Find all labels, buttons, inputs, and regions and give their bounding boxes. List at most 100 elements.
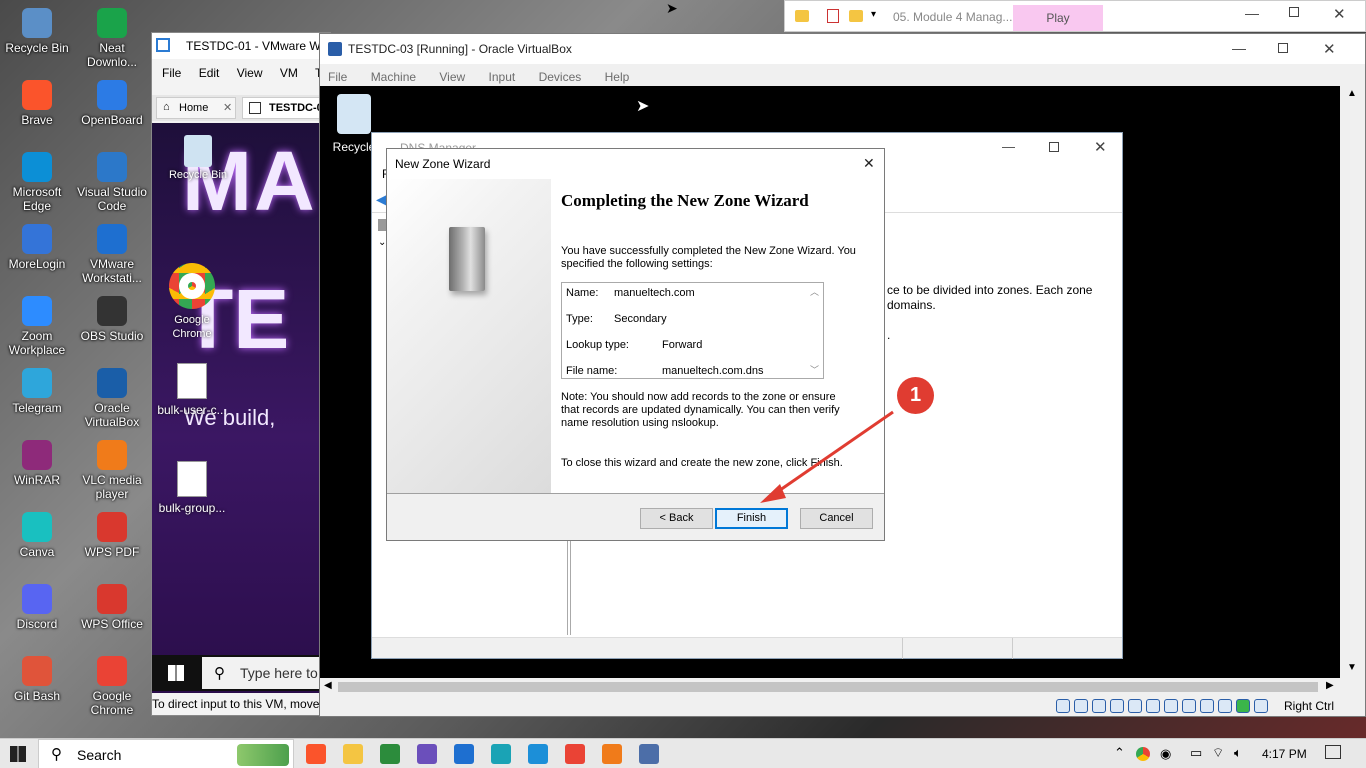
right-desktop-icon[interactable]: WPS Office — [75, 584, 149, 631]
device-status-icon[interactable] — [1200, 699, 1214, 713]
vmware-menu-edit[interactable]: Edit — [199, 66, 220, 80]
left-desktop-icon[interactable]: Microsoft Edge — [0, 152, 74, 213]
cancel-button[interactable]: Cancel — [800, 508, 873, 529]
vmware-menu-vm[interactable]: VM — [280, 66, 298, 80]
vmware-menu-view[interactable]: View — [237, 66, 263, 80]
right-desktop-icon[interactable]: Visual Studio Code — [75, 152, 149, 213]
horizontal-scrollbar[interactable]: ◀ ▶ — [320, 678, 1340, 696]
chevron-right-icon[interactable]: ▶ — [1326, 680, 1334, 691]
close-icon[interactable]: ✕ — [223, 101, 232, 114]
vmware-guest-screen[interactable]: MA TE We build, Recycle Bin Google Chrom… — [152, 123, 330, 693]
wizard-titlebar[interactable]: New Zone Wizard ✕ — [387, 149, 884, 179]
back-button[interactable]: < Back — [640, 508, 713, 529]
device-status-icon[interactable] — [1056, 699, 1070, 713]
close-icon[interactable]: ✕ — [1323, 40, 1336, 58]
left-desktop-icon[interactable]: Brave — [0, 80, 74, 127]
right-desktop-icon[interactable]: OBS Studio — [75, 296, 149, 343]
settings-scrollbar[interactable]: ︿ ﹀ — [807, 283, 823, 378]
wifi-icon[interactable]: ⌔ — [1212, 745, 1224, 761]
finish-button[interactable]: Finish — [715, 508, 788, 529]
device-status-icon[interactable] — [1146, 699, 1160, 713]
chevron-up-icon[interactable]: ⌃ — [1114, 745, 1125, 761]
taskbar-app-icon[interactable] — [639, 744, 659, 764]
taskbar-app-icon[interactable] — [491, 744, 511, 764]
taskbar-app-icon[interactable] — [565, 744, 585, 764]
chevron-up-icon[interactable]: ▲ — [1347, 88, 1357, 99]
settings-list-box[interactable]: Name: manueltech.com Type: Secondary Loo… — [561, 282, 824, 379]
device-status-icon[interactable] — [1218, 699, 1232, 713]
taskbar-app-icon[interactable] — [528, 744, 548, 764]
meet-now-icon[interactable]: ◉ — [1160, 746, 1171, 762]
vertical-scrollbar[interactable]: ▲ ▼ — [1340, 86, 1365, 678]
left-desktop-icon[interactable]: Canva — [0, 512, 74, 559]
guest-recycle-bin-icon[interactable]: Recycle Bin — [168, 135, 228, 181]
left-desktop-icon[interactable]: Recycle Bin — [0, 8, 74, 55]
right-desktop-icon[interactable]: Oracle VirtualBox — [75, 368, 149, 429]
windows-start-icon[interactable] — [168, 665, 184, 681]
minimize-icon[interactable]: — — [1002, 139, 1015, 154]
guest-search-box[interactable]: ⚲ Type here to — [202, 657, 330, 689]
device-status-icon[interactable] — [1182, 699, 1196, 713]
taskbar-search-box[interactable]: ⚲ Search — [38, 739, 294, 768]
taskbar-app-icon[interactable] — [417, 744, 437, 764]
device-status-icon[interactable] — [1254, 699, 1268, 713]
chevron-down-icon[interactable]: ▾ — [871, 9, 876, 20]
chevron-down-icon[interactable]: ﹀ — [810, 363, 819, 376]
tab-home[interactable]: ⌂ Home ✕ — [156, 97, 236, 119]
device-status-icon[interactable] — [1236, 699, 1250, 713]
device-status-icon[interactable] — [1110, 699, 1124, 713]
right-desktop-icon[interactable]: VLC media player — [75, 440, 149, 501]
maximize-icon[interactable] — [1289, 7, 1299, 17]
vbox-menu-help[interactable]: Help — [605, 70, 630, 84]
close-icon[interactable]: ✕ — [1333, 5, 1346, 23]
chevron-down-icon[interactable]: ▼ — [1347, 662, 1357, 673]
device-status-icon[interactable] — [1128, 699, 1142, 713]
guest-chrome-icon[interactable]: Google Chrome — [162, 263, 222, 341]
left-desktop-icon[interactable]: WinRAR — [0, 440, 74, 487]
device-status-icon[interactable] — [1164, 699, 1178, 713]
vbox-menu-devices[interactable]: Devices — [539, 70, 582, 84]
vmware-titlebar[interactable]: TESTDC-01 - VMware Wo — [152, 33, 330, 59]
minimize-icon[interactable]: — — [1245, 5, 1259, 21]
vbox-menu-view[interactable]: View — [439, 70, 465, 84]
right-desktop-icon[interactable]: VMware Workstati... — [75, 224, 149, 285]
device-status-icon[interactable] — [1074, 699, 1088, 713]
volume-icon[interactable]: 🔈︎ — [1234, 745, 1242, 761]
left-desktop-icon[interactable]: Telegram — [0, 368, 74, 415]
taskbar-clock[interactable]: 4:17 PM — [1262, 747, 1307, 761]
close-icon[interactable]: ✕ — [863, 155, 875, 172]
vbox-menu-file[interactable]: File — [328, 70, 347, 84]
right-desktop-icon[interactable]: WPS PDF — [75, 512, 149, 559]
network-tray-icon[interactable]: ▭ — [1190, 745, 1202, 761]
virtualbox-titlebar[interactable]: TESTDC-03 [Running] - Oracle VirtualBox … — [320, 34, 1365, 64]
left-desktop-icon[interactable]: MoreLogin — [0, 224, 74, 271]
vmware-menu-file[interactable]: File — [162, 66, 181, 80]
notification-icon[interactable] — [1325, 745, 1341, 759]
right-desktop-icon[interactable]: Neat Downlo... — [75, 8, 149, 69]
device-status-icon[interactable] — [1092, 699, 1106, 713]
vbox-menu-machine[interactable]: Machine — [371, 70, 416, 84]
chevron-up-icon[interactable]: ︿ — [810, 285, 819, 298]
vbox-menu-input[interactable]: Input — [489, 70, 516, 84]
explorer-window-titlebar[interactable]: ▾ 05. Module 4 Manag... Play — ✕ — [784, 0, 1366, 32]
taskbar-app-icon[interactable] — [343, 744, 363, 764]
guest-bulk-user-icon[interactable]: bulk-user-c... — [154, 363, 230, 417]
minimize-icon[interactable]: — — [1232, 40, 1246, 56]
right-desktop-icon[interactable]: OpenBoard — [75, 80, 149, 127]
windows-start-icon[interactable] — [10, 746, 26, 762]
close-icon[interactable]: ✕ — [1094, 138, 1107, 156]
taskbar-app-icon[interactable] — [380, 744, 400, 764]
chrome-tray-icon[interactable] — [1136, 747, 1150, 761]
chevron-left-icon[interactable]: ◀ — [324, 680, 332, 691]
play-button[interactable]: Play — [1013, 5, 1103, 31]
left-desktop-icon[interactable]: Discord — [0, 584, 74, 631]
taskbar-app-icon[interactable] — [306, 744, 326, 764]
left-desktop-icon[interactable]: Git Bash — [0, 656, 74, 703]
taskbar-app-icon[interactable] — [602, 744, 622, 764]
maximize-icon[interactable] — [1278, 43, 1288, 53]
maximize-icon[interactable] — [1049, 142, 1059, 152]
scrollbar-thumb[interactable] — [338, 682, 1318, 692]
guest-bulk-group-icon[interactable]: bulk-group... — [154, 461, 230, 515]
right-desktop-icon[interactable]: Google Chrome — [75, 656, 149, 717]
left-desktop-icon[interactable]: Zoom Workplace — [0, 296, 74, 357]
